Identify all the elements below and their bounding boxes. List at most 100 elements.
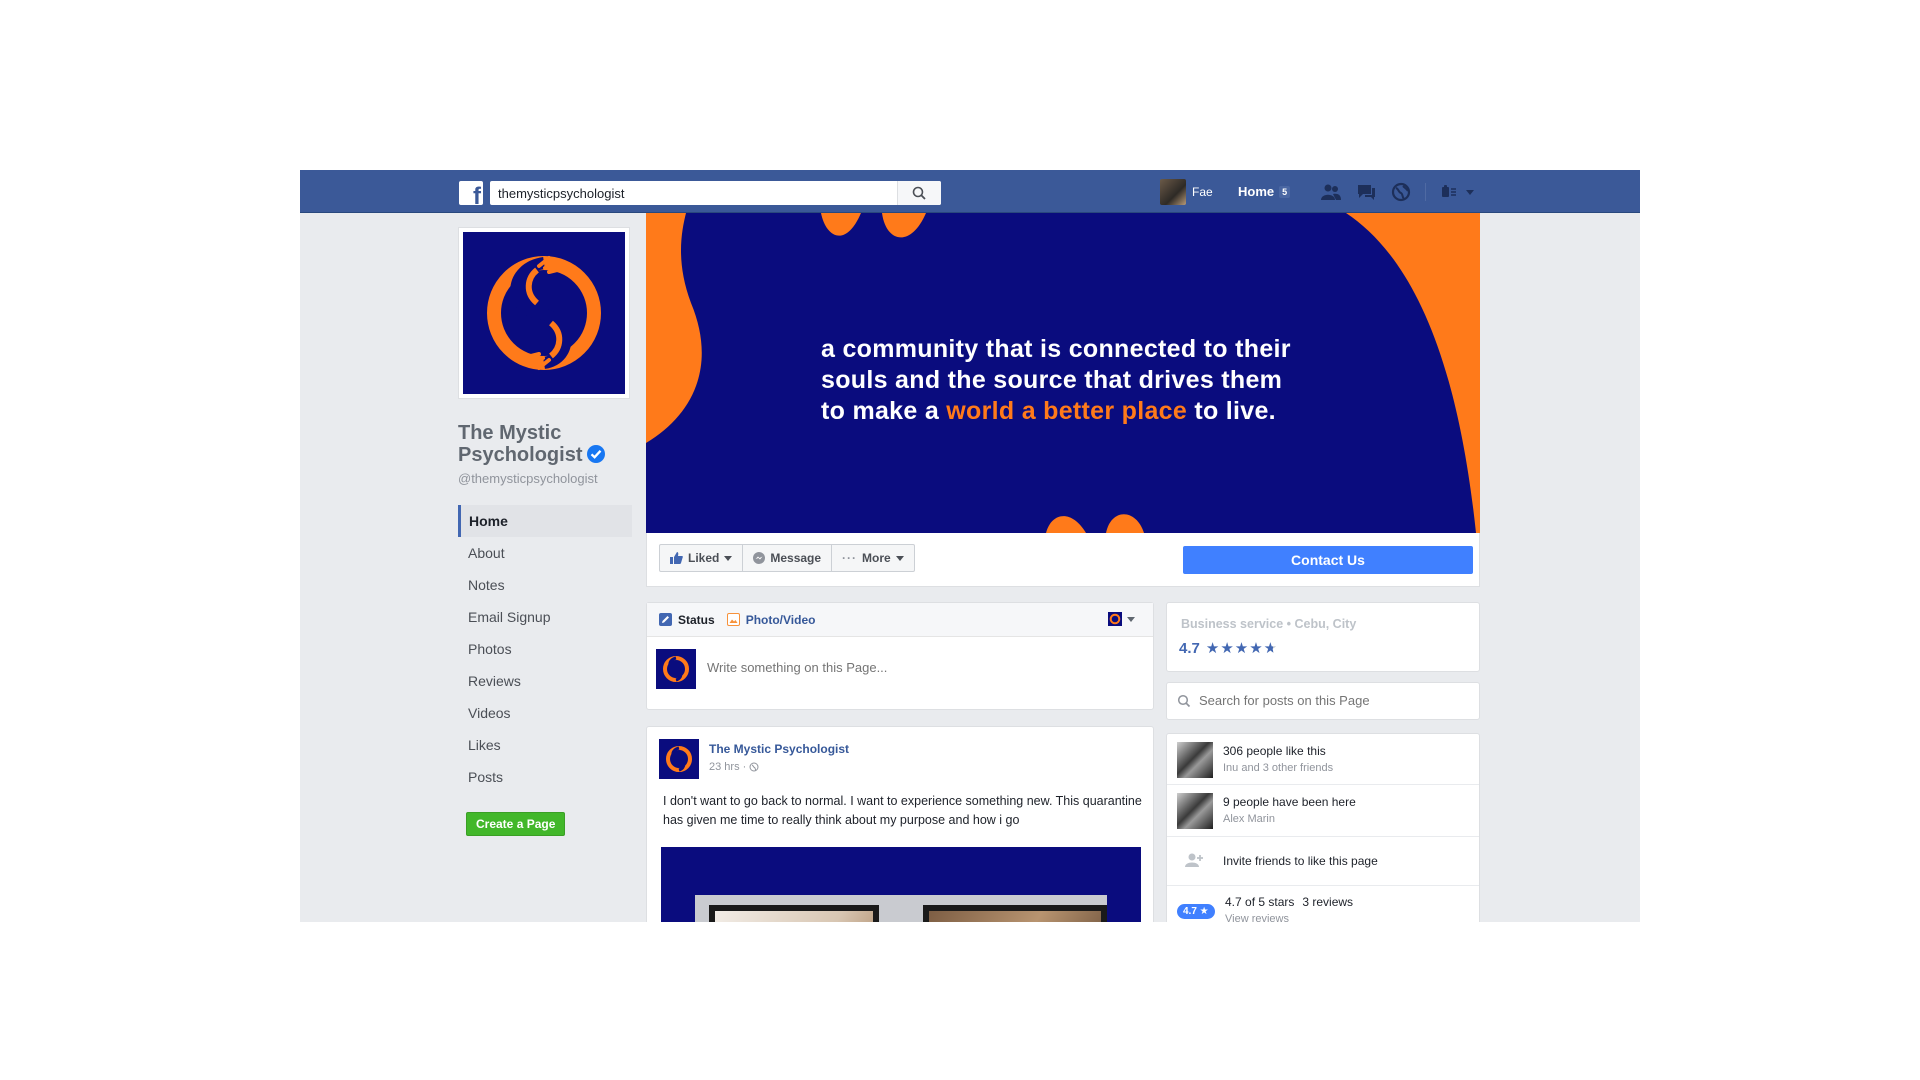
- search-button[interactable]: [897, 181, 941, 205]
- tab-status-label: Status: [678, 612, 715, 627]
- photo-right: [923, 905, 1107, 922]
- friend-photo: [1177, 742, 1213, 778]
- visits-row[interactable]: 9 people have been here Alex Marin: [1167, 785, 1479, 837]
- post-image[interactable]: [661, 847, 1141, 922]
- star-icon: ★: [1205, 640, 1220, 657]
- post-author-avatar[interactable]: [659, 739, 699, 779]
- cover-line-3-start: to make a: [821, 397, 947, 425]
- nav-item-home[interactable]: Home: [458, 505, 632, 537]
- contact-us-button[interactable]: Contact Us: [1183, 546, 1473, 574]
- nav-item-notes[interactable]: Notes: [458, 569, 632, 601]
- message-label: Message: [770, 551, 822, 565]
- star-rating: ★★★★★: [1206, 639, 1278, 657]
- post-author-link[interactable]: The Mystic Psychologist: [709, 742, 849, 756]
- photo-left: [709, 905, 879, 922]
- meta-separator: ·: [739, 761, 750, 773]
- composer-page-avatar: [656, 649, 696, 689]
- pencil-icon: [659, 613, 672, 626]
- nav-item-about[interactable]: About: [458, 537, 632, 569]
- rating-value: 4.7: [1179, 639, 1200, 657]
- invite-friends-text: Invite friends to like this page: [1223, 854, 1378, 868]
- home-link[interactable]: Home 5: [1238, 184, 1291, 199]
- hands-logo-icon: [663, 656, 689, 682]
- home-count-badge: 5: [1279, 185, 1291, 198]
- more-button[interactable]: ··· More: [832, 545, 914, 571]
- reviews-row[interactable]: 4.7 ★ 4.7 of 5 stars 3 reviews View revie…: [1167, 886, 1479, 922]
- notifications-globe-icon[interactable]: [1390, 182, 1412, 202]
- likes-row[interactable]: 306 people like this Inu and 3 other fri…: [1167, 734, 1479, 785]
- globe-privacy-icon[interactable]: [749, 762, 759, 772]
- cover-line-3-end: to live.: [1187, 397, 1276, 425]
- chevron-down-icon: [895, 555, 904, 561]
- liked-button[interactable]: Liked: [660, 545, 744, 571]
- message-button[interactable]: Message: [743, 545, 833, 571]
- messages-icon[interactable]: [1355, 182, 1377, 202]
- feed-post: The Mystic Psychologist 23 hrs · I don't…: [646, 726, 1154, 922]
- review-count: 3 reviews: [1302, 895, 1354, 909]
- page-username: @themysticpsychologist: [458, 471, 598, 486]
- composer-tabs: Status Photo/Video: [647, 603, 1153, 637]
- nav-item-reviews[interactable]: Reviews: [458, 665, 632, 697]
- search-icon: [1177, 694, 1191, 708]
- page-category: Business service • Cebu, City: [1181, 617, 1357, 631]
- friend-requests-icon[interactable]: [1320, 182, 1342, 202]
- verified-badge-icon: [587, 445, 606, 463]
- search-box: [490, 181, 941, 205]
- visits-count: 9 people have been here: [1223, 795, 1356, 809]
- nav-item-videos[interactable]: Videos: [458, 697, 632, 729]
- post-timestamp[interactable]: 23 hrs: [709, 761, 740, 773]
- tab-photo-video[interactable]: Photo/Video: [726, 613, 815, 627]
- cover-highlight: world a better place: [946, 397, 1188, 425]
- post-composer: Status Photo/Video: [646, 602, 1154, 710]
- star-icon: ★: [1220, 640, 1234, 657]
- post-meta: 23 hrs ·: [709, 761, 759, 773]
- invite-row[interactable]: Invite friends to like this page: [1167, 837, 1479, 886]
- page-name-text: The Mystic Psychologist: [458, 422, 583, 466]
- hands-logo-icon: [666, 746, 692, 772]
- post-as-switcher[interactable]: [1108, 612, 1135, 626]
- liked-label: Liked: [688, 551, 720, 565]
- brand-logo: [463, 232, 625, 394]
- photo-icon: [726, 613, 740, 626]
- topbar-divider: [1425, 183, 1426, 201]
- cover-tagline: a community that is connected to their s…: [821, 334, 1381, 427]
- rating-display[interactable]: 4.7 ★★★★★: [1179, 639, 1278, 658]
- search-icon: [912, 186, 926, 200]
- page-avatar-icon: [1108, 612, 1122, 626]
- tab-status[interactable]: Status: [659, 613, 715, 627]
- post-body: I don't want to go back to normal. I wan…: [663, 794, 1142, 827]
- nav-item-likes[interactable]: Likes: [458, 729, 632, 761]
- cover-line-2: souls and the source that drives them: [821, 366, 1283, 394]
- view-reviews-link[interactable]: View reviews: [1225, 913, 1289, 922]
- search-input[interactable]: [490, 181, 900, 205]
- page-action-bar: Liked Message ··· More Contact Us: [646, 533, 1480, 587]
- account-menu-icon[interactable]: [1440, 184, 1480, 200]
- nav-item-posts[interactable]: Posts: [458, 761, 632, 793]
- review-summary: 4.7 of 5 stars 3 reviews: [1225, 895, 1353, 909]
- profile-picture[interactable]: [458, 227, 630, 399]
- cover-line-1: a community that is connected to their: [821, 335, 1291, 363]
- add-friend-icon: [1185, 853, 1203, 867]
- rating-badge: 4.7 ★: [1177, 904, 1215, 919]
- page-action-buttons: Liked Message ··· More: [659, 544, 915, 572]
- chevron-down-icon: [724, 555, 733, 561]
- page-post-search: [1166, 682, 1480, 720]
- cover-photo[interactable]: a community that is connected to their s…: [646, 213, 1480, 533]
- nav-item-email-signup[interactable]: Email Signup: [458, 601, 632, 633]
- likes-friends: Inu and 3 other friends: [1223, 762, 1334, 774]
- browser-frame: f Fae Home 5: [300, 170, 1640, 922]
- visits-friend: Alex Marin: [1223, 813, 1275, 825]
- ellipsis-icon: ···: [842, 551, 858, 565]
- nav-item-photos[interactable]: Photos: [458, 633, 632, 665]
- post-search-input[interactable]: [1199, 693, 1469, 708]
- facebook-logo-icon[interactable]: f: [459, 181, 483, 205]
- page-title[interactable]: The Mystic Psychologist: [458, 422, 638, 466]
- more-label: More: [862, 551, 891, 565]
- create-page-button[interactable]: Create a Page: [466, 812, 566, 836]
- composer-input[interactable]: [707, 660, 1137, 675]
- profile-link[interactable]: Fae: [1160, 179, 1213, 205]
- hands-logo-icon: [487, 256, 601, 370]
- messenger-icon: [753, 552, 766, 564]
- star-icon: ★: [1263, 640, 1278, 657]
- page-navigation: Home About Notes Email Signup Photos Rev…: [458, 505, 632, 793]
